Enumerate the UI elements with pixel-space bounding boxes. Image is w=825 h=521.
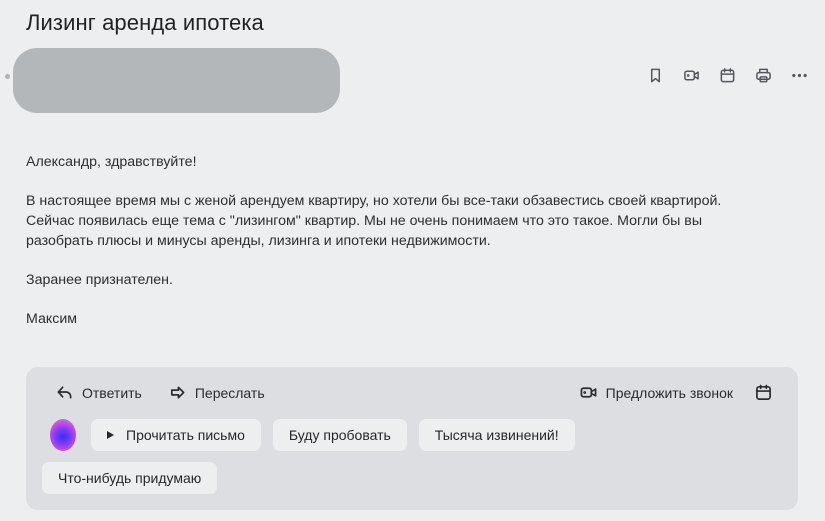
calendar-icon [756,384,771,400]
play-icon [107,431,114,439]
reply-button[interactable]: Ответить [56,384,142,401]
sender-info-redacted [13,48,340,113]
quick-reply-chip[interactable]: Буду пробовать [272,419,407,451]
video-call-icon[interactable] [682,66,701,85]
ai-assistant-icon[interactable] [50,419,76,451]
print-icon[interactable] [754,66,773,85]
suggest-call-label: Предложить звонок [605,384,733,401]
email-body: Александр, здравствуйте! В настоящее вре… [26,152,806,348]
quick-reply-chip[interactable]: Что-нибудь придумаю [42,462,218,494]
forward-button[interactable]: Переслать [169,384,265,401]
calendar-icon[interactable] [718,66,737,85]
email-greeting: Александр, здравствуйте! [26,154,197,170]
quick-reply-chip[interactable]: Тысяча извинений! [418,419,575,451]
more-icon[interactable] [790,66,809,85]
email-paragraph: В настоящее время мы с женой арендуем кв… [26,193,722,249]
reply-icon [57,386,72,399]
schedule-button[interactable] [755,384,772,401]
read-aloud-chip[interactable]: Прочитать письмо [91,419,261,451]
forward-label: Переслать [194,384,265,401]
email-closing: Заранее признателен. [26,272,173,288]
unread-dot [5,74,10,79]
quick-replies-row: Прочитать письмо Буду пробовать Тысяча и… [91,419,575,451]
quick-replies-row-2: Что-нибудь придумаю [42,462,218,494]
email-toolbar [646,66,809,85]
bookmark-icon[interactable] [646,66,665,85]
forward-icon [170,386,185,399]
video-call-icon [580,387,597,398]
reply-panel: Ответить Переслать Предложить звонок Про… [26,367,798,510]
read-aloud-label: Прочитать письмо [126,427,245,443]
reply-actions-row: Ответить Переслать Предложить звонок [56,384,772,401]
email-subject: Лизинг аренда ипотека [26,10,264,35]
reply-label: Ответить [82,384,142,401]
email-signature: Максим [26,311,78,327]
suggest-call-button[interactable]: Предложить звонок [580,384,733,401]
